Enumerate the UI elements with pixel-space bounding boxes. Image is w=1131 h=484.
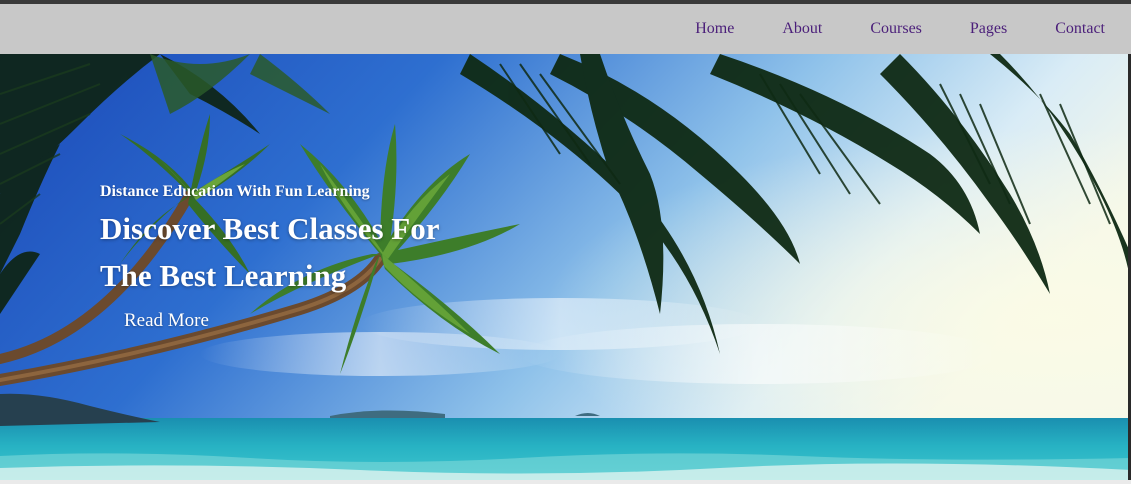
read-more-button[interactable]: Read More <box>124 310 209 332</box>
hero-title: Discover Best Classes For The Best Learni… <box>100 205 520 299</box>
nav-link-contact[interactable]: Contact <box>1031 4 1131 54</box>
hero-subtitle: Distance Education With Fun Learning <box>100 183 370 200</box>
hero-content: Distance Education With Fun Learning Dis… <box>100 182 520 332</box>
nav-link-pages[interactable]: Pages <box>946 4 1031 54</box>
nav-link-about[interactable]: About <box>758 4 846 54</box>
nav-link-home[interactable]: Home <box>671 4 758 54</box>
navbar: Home About Courses Pages Contact <box>0 4 1131 54</box>
hero-title-line2: The Best Learning <box>100 258 347 293</box>
nav-menu: Home About Courses Pages Contact <box>671 4 1131 54</box>
hero-title-line1: Discover Best Classes For <box>100 211 440 246</box>
nav-link-courses[interactable]: Courses <box>846 4 946 54</box>
bottom-border <box>0 480 1131 484</box>
hero-banner: Distance Education With Fun Learning Dis… <box>0 54 1131 480</box>
